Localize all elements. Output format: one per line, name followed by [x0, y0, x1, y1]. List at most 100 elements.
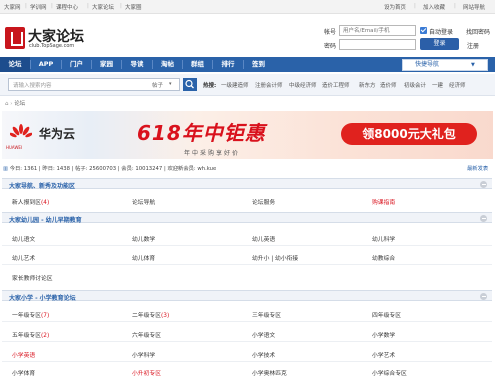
hot-link[interactable]: 造价师 [380, 81, 397, 89]
latest-posts-link[interactable]: 最新发表 [467, 164, 488, 172]
banner-cta-pill[interactable]: 领8000元大礼包 [341, 123, 477, 145]
forum-link[interactable]: 小学语文 [252, 330, 275, 339]
forum-link[interactable]: 论坛导航 [132, 197, 155, 206]
forum-link[interactable]: 论坛服务 [252, 197, 275, 206]
hot-link[interactable]: 注册会计师 [255, 81, 283, 89]
nav-guide[interactable]: 导读 [122, 57, 152, 72]
forum-link[interactable]: 四年级专区 [372, 310, 401, 319]
hot-link[interactable]: 一级建造师 [221, 81, 249, 89]
search-placeholder: 请输入搜索内容 [13, 83, 52, 89]
hot-search-label: 热搜: [203, 83, 217, 89]
huawei-logo-icon [10, 124, 32, 138]
forum-link[interactable]: 小学数学 [372, 330, 395, 339]
find-password-link[interactable]: 找回密码 [466, 27, 490, 36]
nav-app[interactable]: APP [31, 57, 61, 72]
set-homepage-link[interactable]: 设为首页 [384, 3, 406, 11]
forum-link[interactable]: 五年级专区(2) [12, 330, 49, 339]
forum-link[interactable]: 新人报到区(4) [12, 197, 49, 206]
nav-portal[interactable]: 门户 [62, 57, 91, 72]
auto-login-checkbox[interactable] [420, 27, 427, 34]
home-icon[interactable]: ⌂ [5, 101, 9, 107]
breadcrumb-forum[interactable]: 论坛 [14, 101, 25, 107]
site-navigation-link[interactable]: 网站导航 [463, 3, 485, 11]
hot-link[interactable]: 中级经济师 [289, 81, 317, 89]
forum-link[interactable]: 购课指南 [372, 197, 395, 206]
forum-link[interactable]: 幼儿艺术 [12, 253, 35, 262]
topbar-link-circle[interactable]: 大家圈 [125, 3, 142, 11]
chart-icon: ▥ [3, 166, 9, 172]
section-header[interactable]: 大家幼儿园 - 幼儿早期教育 [2, 212, 492, 224]
forum-link[interactable]: 幼教综合 [372, 253, 395, 262]
account-input[interactable] [339, 25, 416, 36]
hot-link[interactable]: 一建 [432, 81, 443, 89]
stats-text: 今日: 1361 | 昨日: 1438 | 帖子: 25600703 | 会员:… [9, 166, 217, 172]
nav-taotie[interactable]: 淘帖 [153, 57, 182, 72]
ad-banner[interactable]: HUAWEI 华为云 618年中钜惠 年中采购享好价 领8000元大礼包 [2, 111, 493, 159]
forum-link[interactable]: 六年级专区 [132, 330, 161, 339]
nav-ranking[interactable]: 排行 [213, 57, 243, 72]
forum-link[interactable]: 幼儿科学 [372, 234, 395, 243]
hot-link[interactable]: 初级会计 [404, 81, 426, 89]
forum-link[interactable]: 幼升小 | 幼小衔接 [252, 253, 298, 262]
forum-link[interactable]: 小学综合专区 [372, 368, 407, 377]
forum-link[interactable]: 小学奥林匹克 [252, 368, 287, 377]
forum-link[interactable]: 幼儿数学 [132, 234, 155, 243]
nav-forum[interactable]: 论坛 [0, 57, 30, 72]
search-icon [185, 79, 194, 89]
chevron-down-icon: ▼ [471, 62, 475, 68]
forum-link[interactable]: 小升初专区 [132, 368, 161, 377]
banner-brand-cn: 华为云 [39, 127, 76, 141]
hot-link[interactable]: 造价工程师 [322, 81, 350, 89]
add-favorite-link[interactable]: 加入收藏 [423, 3, 445, 11]
auto-login-label: 自动登录 [429, 29, 454, 36]
forum-link[interactable]: 幼儿体育 [132, 253, 155, 262]
forum-link[interactable]: 小学艺术 [372, 350, 395, 359]
forum-link[interactable]: 家长教师讨论区 [12, 273, 53, 282]
top-utility-bar: 大家网 | 学训网 | 课程中心 | 大家论坛 | 大家圈 设为首页 | 加入收… [0, 0, 495, 14]
section-title[interactable]: 大家导航、新秀及功能区 [9, 181, 75, 190]
topbar-link-xuexunwang[interactable]: 学训网 [30, 3, 47, 11]
forum-link[interactable]: 小学科学 [132, 350, 155, 359]
nav-checkin[interactable]: 签到 [244, 57, 273, 72]
login-button[interactable]: 登录 [420, 38, 459, 50]
section-header[interactable]: 大家导航、新秀及功能区 [2, 178, 492, 190]
banner-subline: 年中采购享好价 [184, 150, 241, 157]
nav-home[interactable]: 家园 [92, 57, 121, 72]
topbar-link-forum[interactable]: 大家论坛 [92, 3, 114, 11]
logo-subtitle: club.TopSage.com [29, 43, 75, 49]
search-input[interactable]: 请输入搜索内容 帖子 ▾ [8, 78, 180, 91]
section-header[interactable]: 大家小学 - 小学教育论坛 [2, 290, 492, 302]
search-type-chevron-icon: ▾ [169, 81, 172, 87]
logo-icon[interactable] [5, 27, 25, 49]
forum-link[interactable]: 小学英语 [12, 350, 35, 359]
forum-link[interactable]: 小学技术 [252, 350, 275, 359]
account-label: 帐号 [324, 29, 337, 36]
forum-link[interactable]: 三年级专区 [252, 310, 281, 319]
forum-link[interactable]: 幼儿语文 [12, 234, 35, 243]
forum-link[interactable]: 二年级专区(3) [132, 310, 169, 319]
breadcrumb: ⌂ › 论坛 [5, 101, 26, 107]
password-label: 密码 [324, 43, 337, 50]
password-input[interactable] [339, 39, 416, 50]
collapse-icon[interactable] [480, 215, 487, 222]
collapse-icon[interactable] [480, 181, 487, 188]
quick-nav-label: 快捷导航 [415, 61, 440, 68]
search-type-select[interactable]: 帖子 [152, 81, 163, 89]
quick-nav-dropdown[interactable]: 快捷导航 ▼ [402, 59, 488, 71]
section-title[interactable]: 大家幼儿园 - 幼儿早期教育 [9, 215, 82, 224]
search-button[interactable] [183, 78, 197, 91]
banner-headline: 618年中钜惠 [137, 121, 266, 145]
nav-groups[interactable]: 群组 [183, 57, 212, 72]
section-title[interactable]: 大家小学 - 小学教育论坛 [9, 293, 76, 302]
banner-brand-en: HUAWEI [6, 145, 23, 150]
register-link[interactable]: 注册 [467, 41, 479, 50]
topbar-link-dajiawang[interactable]: 大家网 [4, 3, 21, 11]
topbar-link-course-center[interactable]: 课程中心 [56, 3, 78, 11]
forum-link[interactable]: 幼儿英语 [252, 234, 275, 243]
forum-link[interactable]: 小学体育 [12, 368, 35, 377]
hot-link[interactable]: 新东方 [359, 81, 376, 89]
collapse-icon[interactable] [480, 293, 487, 300]
forum-link[interactable]: 一年级专区(7) [12, 310, 49, 319]
hot-link[interactable]: 经济师 [449, 81, 466, 89]
forum-stats: ▥ 今日: 1361 | 昨日: 1438 | 帖子: 25600703 | 会… [3, 164, 216, 172]
